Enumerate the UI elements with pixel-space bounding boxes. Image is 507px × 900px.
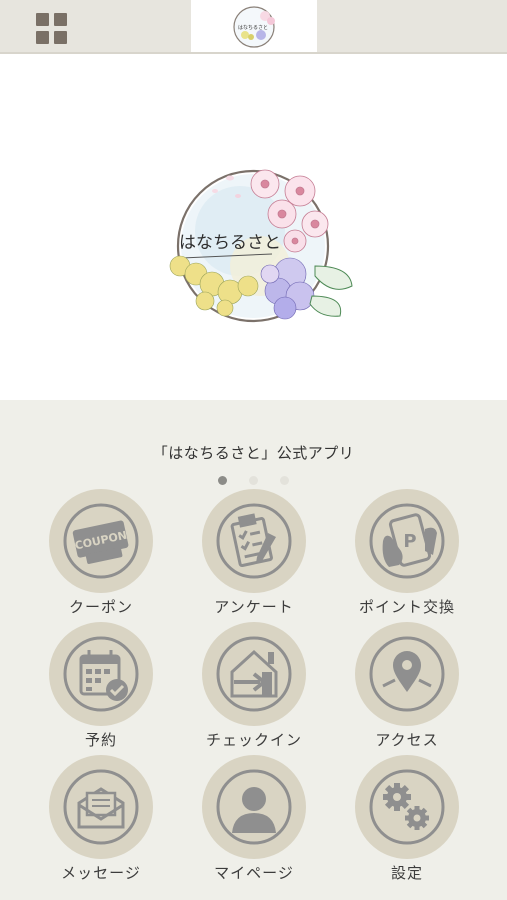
pager-dot[interactable] — [280, 476, 289, 485]
pager-dot[interactable] — [218, 476, 227, 485]
coupon-icon: COUPON — [63, 503, 139, 579]
access-label: アクセス — [375, 731, 439, 749]
wave-divider — [0, 406, 507, 436]
checkin-icon — [216, 636, 292, 712]
survey-label: アンケート — [214, 598, 294, 616]
point-exchange-label: ポイント交換 — [358, 598, 455, 616]
hero-area: はなちるさと — [0, 56, 507, 416]
hanachirusato-logo: はなちるさと — [169, 169, 353, 323]
coupon-label: クーポン — [68, 598, 133, 616]
calendar-icon — [63, 636, 139, 712]
header-logo[interactable]: はなちるさと — [191, 0, 317, 54]
pager-dots — [0, 470, 507, 485]
settings-button[interactable]: 設定 — [342, 755, 472, 885]
mypage-label: マイページ — [214, 864, 294, 882]
mypage-button[interactable]: マイページ — [189, 755, 319, 885]
reservation-button[interactable]: 予約 — [36, 622, 166, 752]
gear-icon — [369, 769, 445, 845]
svg-text:はなちるさと: はなちるさと — [238, 24, 268, 31]
app-title: 「はなちるさと」公式アプリ — [152, 444, 355, 462]
message-button[interactable]: メッセージ — [36, 755, 166, 885]
point-exchange-icon: P — [369, 503, 445, 579]
coupon-button[interactable]: COUPON クーポン — [36, 489, 166, 619]
svg-text:はなちるさと: はなちるさと — [179, 233, 281, 253]
survey-button[interactable]: アンケート — [189, 489, 319, 619]
map-pin-icon — [369, 636, 445, 712]
point-exchange-button[interactable]: P ポイント交換 — [342, 489, 472, 619]
message-icon — [63, 769, 139, 845]
access-button[interactable]: アクセス — [342, 622, 472, 752]
checkin-button[interactable]: チェックイン — [189, 622, 319, 752]
pager-dot[interactable] — [249, 476, 258, 485]
reservation-label: 予約 — [84, 731, 117, 749]
survey-icon — [216, 503, 292, 579]
user-icon — [216, 769, 292, 845]
settings-label: 設定 — [390, 864, 423, 882]
checkin-label: チェックイン — [205, 731, 302, 749]
app-header: はなちるさと — [0, 0, 507, 54]
svg-text:P: P — [403, 531, 416, 552]
grid-menu-icon[interactable] — [36, 13, 68, 45]
message-label: メッセージ — [61, 864, 141, 882]
